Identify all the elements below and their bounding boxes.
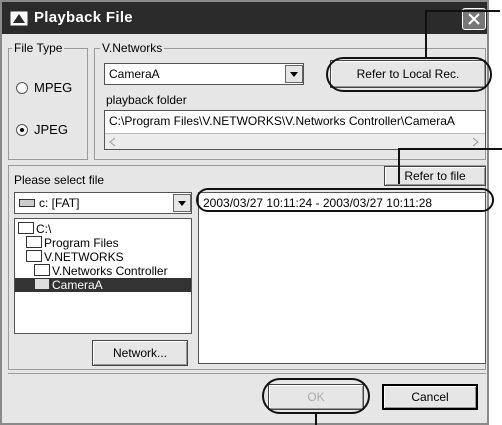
drive-select[interactable]: c: [FAT] bbox=[14, 192, 192, 214]
folder-icon bbox=[26, 250, 42, 262]
tree-item-label: V.NETWORKS bbox=[44, 250, 124, 264]
folder-icon bbox=[18, 222, 34, 234]
playback-app-icon bbox=[10, 11, 28, 26]
open-folder-icon bbox=[34, 278, 50, 290]
refer-local-callout-line-top bbox=[425, 10, 500, 12]
tree-item-c-root[interactable]: C:\ bbox=[18, 222, 51, 236]
playback-folder-label: playback folder bbox=[106, 93, 187, 107]
tree-item-label: C:\ bbox=[36, 222, 52, 236]
refer-file-callout-line-top bbox=[398, 148, 502, 150]
jpeg-radio[interactable]: JPEG bbox=[16, 122, 86, 138]
file-type-group bbox=[8, 48, 88, 160]
jpeg-radio-circle[interactable] bbox=[16, 124, 28, 136]
chevron-down-icon bbox=[178, 201, 186, 206]
footer-divider bbox=[8, 373, 486, 374]
folder-tree[interactable]: C:\ Program Files V.NETWORKS V.Networks … bbox=[14, 218, 192, 334]
file-list[interactable]: 2003/03/27 10:11:24 - 2003/03/27 10:11:2… bbox=[198, 192, 486, 364]
file-list-callout-oval bbox=[196, 188, 494, 212]
mpeg-radio-circle[interactable] bbox=[16, 82, 28, 94]
tree-item-label: CameraA bbox=[52, 278, 103, 292]
playback-folder-field[interactable]: C:\Program Files\V.NETWORKS\V.Networks C… bbox=[104, 110, 486, 150]
camera-dropdown-button[interactable] bbox=[285, 65, 303, 83]
refer-local-callout-line bbox=[425, 10, 427, 58]
camera-select-value: CameraA bbox=[109, 67, 160, 81]
ok-callout-oval bbox=[262, 378, 370, 414]
camera-select[interactable]: CameraA bbox=[104, 63, 304, 85]
tree-item-vnetworks[interactable]: V.NETWORKS bbox=[26, 250, 124, 264]
vnetworks-legend: V.Networks bbox=[100, 41, 165, 55]
ok-callout-line bbox=[315, 414, 317, 425]
playback-folder-value: C:\Program Files\V.NETWORKS\V.Networks C… bbox=[109, 114, 455, 128]
folder-icon bbox=[26, 236, 42, 248]
drive-icon bbox=[19, 199, 35, 207]
tree-item-label: V.Networks Controller bbox=[52, 264, 168, 278]
tree-item-vnetworks-controller[interactable]: V.Networks Controller bbox=[34, 264, 168, 278]
drive-select-value: c: [FAT] bbox=[39, 196, 80, 210]
mpeg-radio[interactable]: MPEG bbox=[16, 80, 86, 96]
network-button[interactable]: Network... bbox=[92, 340, 188, 366]
scroll-left-icon[interactable] bbox=[107, 136, 119, 148]
close-icon bbox=[468, 13, 480, 25]
tree-item-program-files[interactable]: Program Files bbox=[26, 236, 119, 250]
folder-icon bbox=[34, 264, 50, 276]
refer-local-callout-oval bbox=[326, 57, 492, 92]
folder-scrollbar[interactable] bbox=[105, 133, 485, 149]
title-bar: Playback File bbox=[2, 2, 487, 34]
mpeg-label: MPEG bbox=[34, 80, 73, 95]
please-select-file-label: Please select file bbox=[14, 173, 105, 187]
network-button-label: Network... bbox=[112, 346, 167, 360]
cancel-button-label: Cancel bbox=[411, 390, 449, 404]
scroll-right-icon[interactable] bbox=[469, 136, 481, 148]
cancel-button[interactable]: Cancel bbox=[382, 384, 478, 410]
drive-dropdown-button[interactable] bbox=[173, 194, 191, 212]
jpeg-label: JPEG bbox=[34, 122, 68, 137]
refer-to-file-label: Refer to file bbox=[404, 169, 466, 183]
chevron-down-icon bbox=[290, 72, 298, 77]
window-title: Playback File bbox=[34, 9, 133, 26]
tree-item-label: Program Files bbox=[44, 236, 119, 250]
file-type-legend: File Type bbox=[12, 41, 65, 55]
refer-file-callout-line bbox=[398, 148, 400, 184]
tree-item-cameraa[interactable]: CameraA bbox=[15, 278, 191, 292]
